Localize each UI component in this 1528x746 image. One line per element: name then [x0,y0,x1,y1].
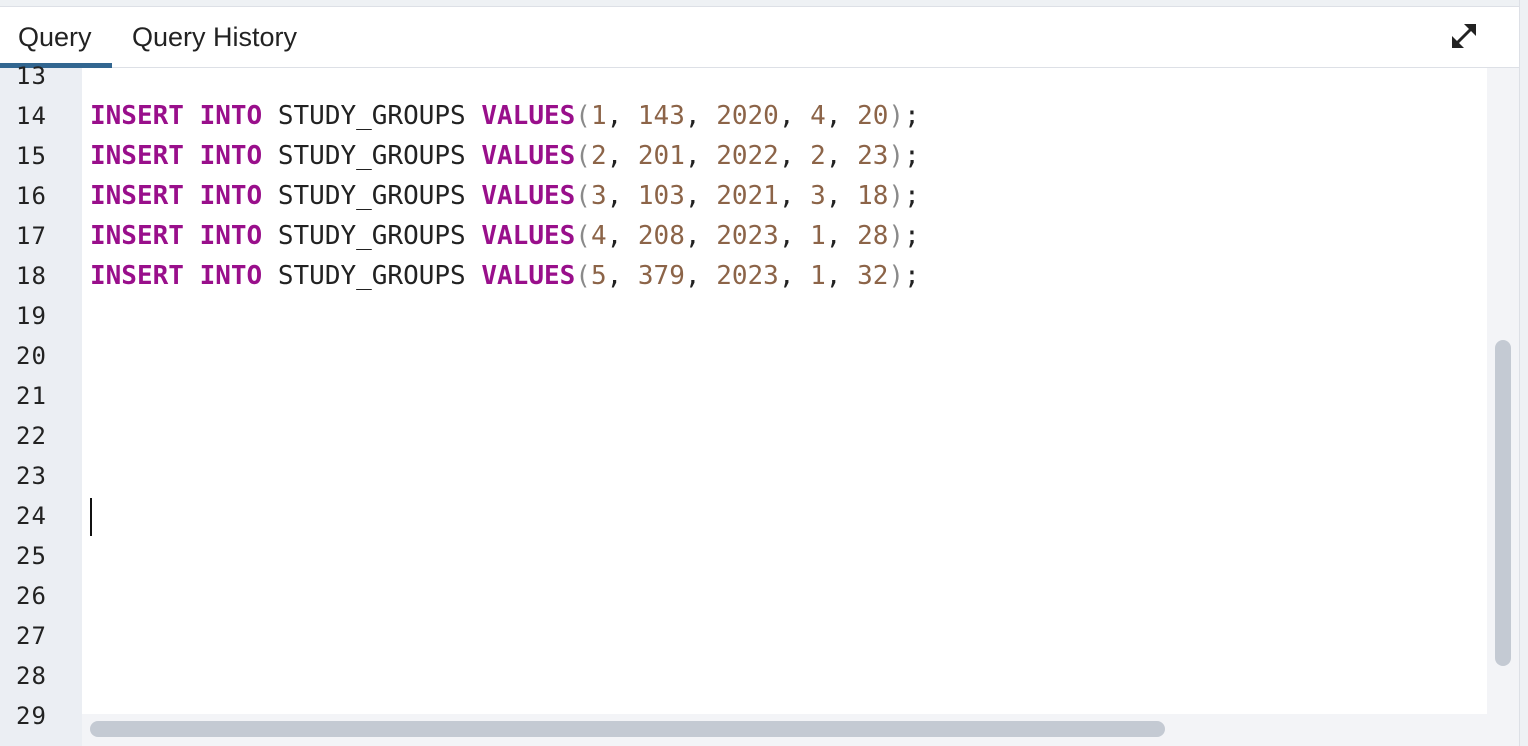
sql-number: 103 [637,181,685,211]
sql-keyword: INSERT [90,141,184,171]
expand-diagonal-icon[interactable] [1449,21,1479,51]
sql-table-name: STUDY_GROUPS [277,141,466,171]
sql-number: 1 [590,101,607,131]
sql-table-name: STUDY_GROUPS [277,101,466,131]
line-number: 14 [16,102,47,130]
line-number: 23 [16,462,47,490]
sql-number: 2023 [716,221,779,251]
sql-keyword: INSERT [90,221,184,251]
sql-keyword: VALUES [481,181,576,211]
sql-number: 3 [810,181,826,211]
sql-editor[interactable]: 13 14 15 16 17 18 19 20 21 22 23 24 25 26 27 28 29 INSER… [0,62,1519,746]
code-line[interactable] [90,616,920,656]
line-number: 15 [16,142,47,170]
sql-number: 32 [857,261,889,291]
sql-table-name: STUDY_GROUPS [277,181,466,211]
code-line[interactable] [90,376,920,416]
sql-number: 2021 [716,181,779,211]
sql-table-name: STUDY_GROUPS [277,261,466,291]
sql-number: 2 [810,141,826,171]
sql-number: 2 [590,141,607,171]
right-border-strip [1519,0,1528,746]
sql-number: 4 [590,221,607,251]
code-line[interactable] [90,296,920,336]
code-line[interactable] [90,536,920,576]
sql-number: 4 [810,101,826,131]
sql-table-name: STUDY_GROUPS [277,221,466,251]
line-number: 24 [16,502,47,530]
sql-keyword: INTO [199,181,263,211]
sql-number: 18 [857,181,889,211]
line-number: 20 [16,342,47,370]
code-line[interactable] [90,336,920,376]
sql-keyword: VALUES [481,141,576,171]
sql-keyword: VALUES [481,101,576,131]
sql-keyword: INTO [199,221,263,251]
sql-number: 1 [810,221,826,251]
sql-keyword: INTO [199,261,263,291]
code-line[interactable]: INSERT INTO STUDY_GROUPS VALUES(5, 379, … [90,256,920,296]
line-number: 25 [16,542,47,570]
code-line[interactable] [90,456,920,496]
sql-keyword: INTO [199,141,263,171]
code-area[interactable]: INSERT INTO STUDY_GROUPS VALUES(1, 143, … [82,68,1487,746]
query-tool-panel: Query Query History 13 14 15 16 17 18 19 20 21 22… [0,0,1528,746]
line-number: 26 [16,582,47,610]
code-line[interactable] [90,656,920,696]
line-number: 22 [16,422,47,450]
line-number: 21 [16,382,47,410]
sql-number: 5 [590,261,607,291]
sql-number: 2020 [716,101,779,131]
line-number: 17 [16,222,47,250]
top-border-strip [0,0,1528,7]
code-line[interactable]: INSERT INTO STUDY_GROUPS VALUES(1, 143, … [90,96,920,136]
vertical-scrollbar-thumb[interactable] [1495,340,1511,666]
code-line[interactable] [90,496,920,536]
sql-keyword: INSERT [90,181,184,211]
sql-number: 143 [637,101,685,131]
sql-number: 3 [590,181,607,211]
line-number: 28 [16,662,47,690]
line-number: 29 [16,702,47,730]
sql-keyword: VALUES [481,221,576,251]
sql-keyword: INSERT [90,101,184,131]
line-number: 16 [16,182,47,210]
sql-number: 2022 [716,141,779,171]
horizontal-scrollbar-thumb[interactable] [90,721,1165,737]
text-cursor [90,498,92,536]
sql-number: 1 [810,261,826,291]
sql-number: 201 [637,141,685,171]
sql-number: 28 [857,221,889,251]
sql-number: 379 [637,261,685,291]
code-line[interactable]: INSERT INTO STUDY_GROUPS VALUES(2, 201, … [90,136,920,176]
code-line[interactable] [90,68,920,96]
line-number: 13 [16,62,47,90]
line-number-gutter: 13 14 15 16 17 18 19 20 21 22 23 24 25 26 27 28 29 [0,62,82,746]
line-number: 18 [16,262,47,290]
tab-bar: Query Query History [0,7,1519,68]
code-line[interactable]: INSERT INTO STUDY_GROUPS VALUES(4, 208, … [90,216,920,256]
code-line[interactable] [90,576,920,616]
sql-keyword: VALUES [481,261,576,291]
code-line[interactable]: INSERT INTO STUDY_GROUPS VALUES(3, 103, … [90,176,920,216]
sql-number: 2023 [716,261,779,291]
sql-number: 20 [857,101,889,131]
tab-query-history[interactable]: Query History [132,7,297,67]
sql-keyword: INSERT [90,261,184,291]
sql-number: 23 [857,141,889,171]
sql-keyword: INTO [199,101,263,131]
sql-number: 208 [637,221,685,251]
code-line[interactable] [90,416,920,456]
line-number: 19 [16,302,47,330]
line-number: 27 [16,622,47,650]
